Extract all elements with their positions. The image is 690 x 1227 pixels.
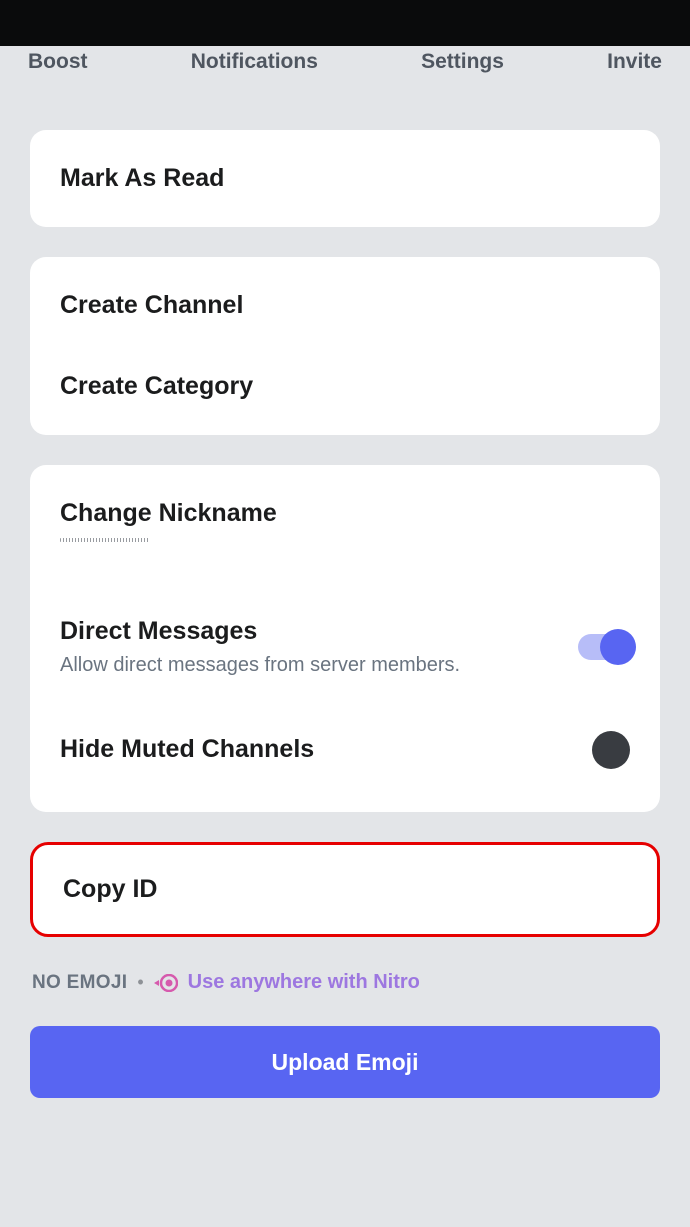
change-nickname[interactable]: Change Nickname — [60, 465, 630, 542]
change-nickname-label: Change Nickname — [60, 499, 630, 528]
settings-card: Change Nickname Direct Messages Allow di… — [30, 465, 660, 812]
nitro-text[interactable]: Use anywhere with Nitro — [188, 971, 420, 994]
tab-invite[interactable]: Invite — [607, 50, 662, 74]
copy-id[interactable]: Copy ID — [30, 842, 660, 937]
nickname-underline — [60, 538, 150, 542]
tab-boost[interactable]: Boost — [28, 50, 88, 74]
upload-emoji-button[interactable]: Upload Emoji — [30, 1026, 660, 1098]
status-bar — [0, 0, 690, 46]
upload-emoji-label: Upload Emoji — [272, 1049, 419, 1076]
no-emoji-label: NO EMOJI — [32, 972, 127, 994]
direct-messages-title: Direct Messages — [60, 617, 578, 646]
separator-dot: • — [137, 972, 143, 993]
create-card: Create Channel Create Category — [30, 257, 660, 435]
hide-muted-row: Hide Muted Channels — [60, 705, 630, 792]
create-channel[interactable]: Create Channel — [60, 257, 630, 354]
hide-muted-title: Hide Muted Channels — [60, 735, 578, 764]
create-category-label: Create Category — [60, 372, 630, 401]
create-category[interactable]: Create Category — [60, 354, 630, 435]
direct-messages-row: Direct Messages Allow direct messages fr… — [60, 597, 630, 705]
copy-id-label: Copy ID — [63, 875, 627, 904]
mark-as-read[interactable]: Mark As Read — [30, 130, 660, 227]
tab-settings[interactable]: Settings — [421, 50, 504, 74]
direct-messages-toggle[interactable] — [578, 634, 630, 660]
mark-as-read-label: Mark As Read — [60, 164, 630, 193]
nav-tabs: Boost Notifications Settings Invite — [0, 46, 690, 88]
direct-messages-sub: Allow direct messages from server member… — [60, 654, 578, 677]
tab-notifications[interactable]: Notifications — [191, 50, 318, 74]
nitro-icon — [154, 974, 178, 992]
hide-muted-toggle[interactable] — [578, 737, 630, 763]
create-channel-label: Create Channel — [60, 291, 630, 320]
emoji-footer: NO EMOJI • Use anywhere with Nitro — [30, 971, 660, 994]
